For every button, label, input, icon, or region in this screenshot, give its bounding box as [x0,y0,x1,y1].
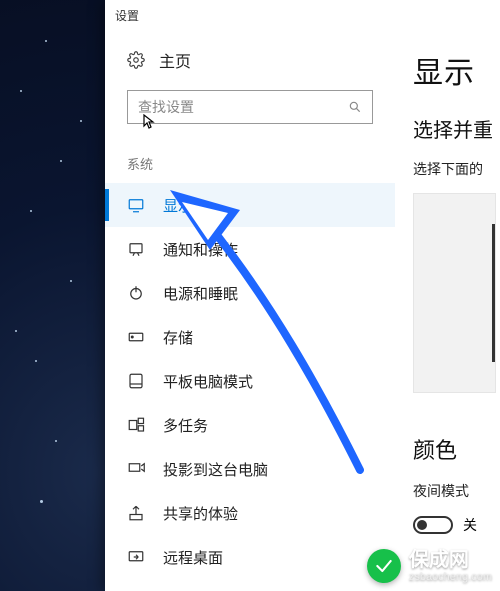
desktop-background: 设置 主页 [0,0,500,591]
tablet-icon [127,372,145,390]
watermark: 保成网 zsbaocheng.com [367,549,492,583]
nav-item-tablet[interactable]: 平板电脑模式 [105,359,395,403]
rearrange-hint: 选择下面的 [413,159,496,179]
watermark-badge [367,549,401,583]
power-icon [127,284,145,302]
nav-item-remote[interactable]: 远程桌面 [105,535,395,579]
nav-item-label: 平板电脑模式 [163,371,253,392]
nav-item-notifications[interactable]: 通知和操作 [105,227,395,271]
page-title: 显示 [413,48,496,92]
notification-icon [127,240,145,258]
watermark-url: zsbaocheng.com [409,571,492,583]
nav-item-label: 显示 [163,195,193,216]
search-icon [348,100,362,114]
section-label-system: 系统 [105,128,395,183]
gear-icon [127,51,145,69]
nav-item-storage[interactable]: 存储 [105,315,395,359]
project-icon [127,460,145,478]
nav-item-label: 投影到这台电脑 [163,459,268,480]
nav-item-label: 多任务 [163,415,208,436]
settings-panel: 显示 选择并重 选择下面的 颜色 夜间模式 关 [395,30,500,591]
search-input[interactable] [127,90,373,124]
nav-item-power[interactable]: 电源和睡眠 [105,271,395,315]
storage-icon [127,328,145,346]
nav-item-multitask[interactable]: 多任务 [105,403,395,447]
nav-item-label: 电源和睡眠 [163,283,238,304]
window-title: 设置 [115,7,139,24]
settings-window: 设置 主页 [105,0,500,591]
search-field[interactable] [138,99,348,115]
window-titlebar: 设置 [105,0,500,30]
home-label: 主页 [159,48,191,72]
multitask-icon [127,416,145,434]
toggle-off-label: 关 [463,515,477,535]
settings-sidebar: 主页 [105,30,395,591]
settings-nav: 显示 通知和操作 [105,183,395,579]
remote-icon [127,548,145,566]
home-button[interactable]: 主页 [105,42,395,74]
watermark-text: 保成网 zsbaocheng.com [409,549,492,583]
watermark-brand: 保成网 [409,549,492,571]
nav-item-label: 共享的体验 [163,503,238,524]
nav-item-projecting[interactable]: 投影到这台电脑 [105,447,395,491]
nav-item-label: 远程桌面 [163,547,223,568]
nav-item-display[interactable]: 显示 [105,183,395,227]
color-heading: 颜色 [413,433,496,465]
display-arrangement-box[interactable] [413,193,496,393]
night-light-label: 夜间模式 [413,481,496,501]
nav-item-shared[interactable]: 共享的体验 [105,491,395,535]
share-icon [127,504,145,522]
night-light-toggle[interactable] [413,516,453,534]
rearrange-heading: 选择并重 [413,114,496,143]
nav-item-label: 通知和操作 [163,239,238,260]
nav-item-label: 存储 [163,327,193,348]
monitor-icon [127,196,145,214]
